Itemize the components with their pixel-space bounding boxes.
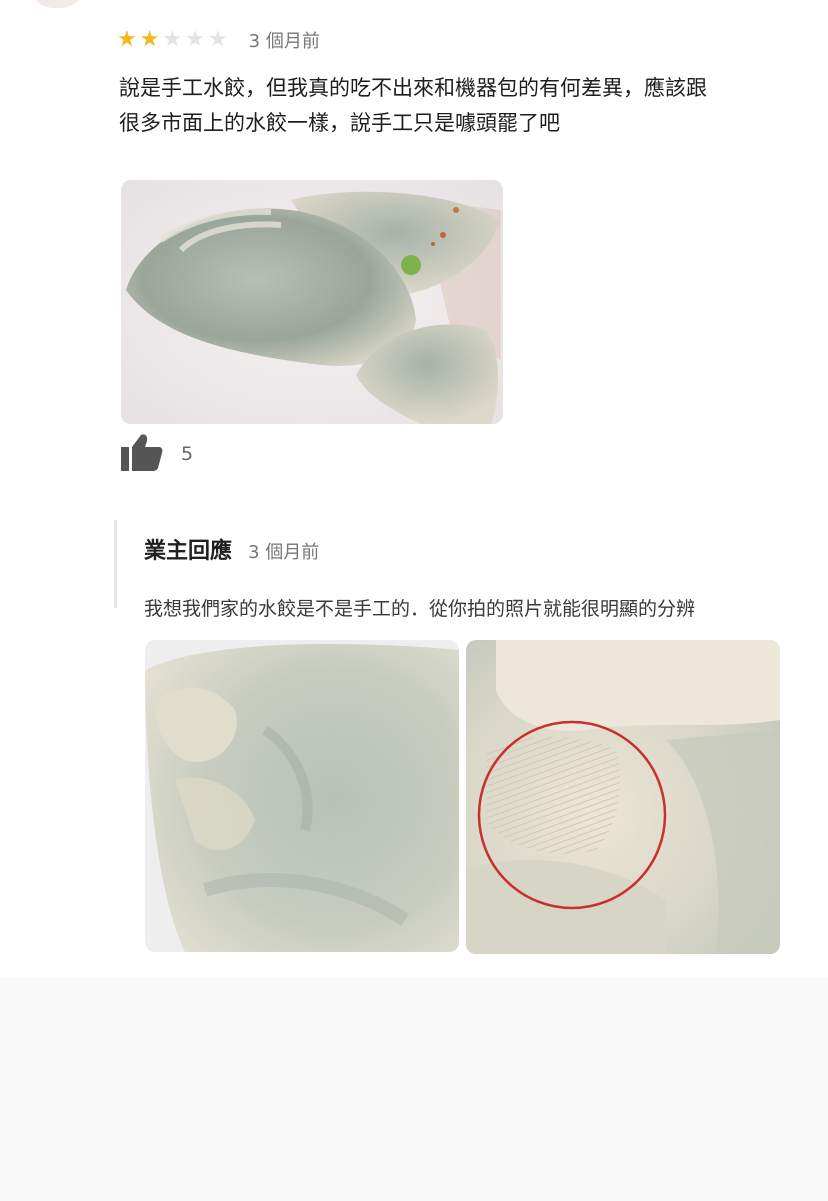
owner-reply-time: 3 個月前 [248,542,320,563]
star-icon: ★ [162,27,183,52]
owner-photo-1[interactable] [145,640,459,952]
reply-indent-bar [114,520,117,608]
star-icon: ★ [185,27,205,52]
star-icon: ★ [117,27,137,52]
owner-reply-header: 業主回應 3 個月前 [144,533,319,565]
review-time: 3 個月前 [248,31,320,52]
star-icon: ★ [139,27,160,52]
star-icon: ★ [207,27,228,52]
owner-photo-2[interactable] [466,640,780,954]
page-bottom-area [0,978,828,1201]
thumbs-up-icon [121,433,163,475]
like-button[interactable]: 5 [121,433,193,475]
owner-reply-text: 我想我們家的水餃是不是手工的．從你拍的照片就能很明顯的分辨 [144,598,696,620]
review-text: 說是手工水餃，但我真的吃不出來和機器包的有何差異，應該跟很多市面上的水餃一樣，說… [119,76,707,135]
review-photo[interactable] [121,180,503,424]
star-rating: ★ ★ ★ ★ ★ 3 個月前 [117,26,320,54]
reviewer-avatar[interactable] [28,0,86,8]
like-count: 5 [181,443,194,465]
owner-reply-title: 業主回應 [144,539,233,564]
